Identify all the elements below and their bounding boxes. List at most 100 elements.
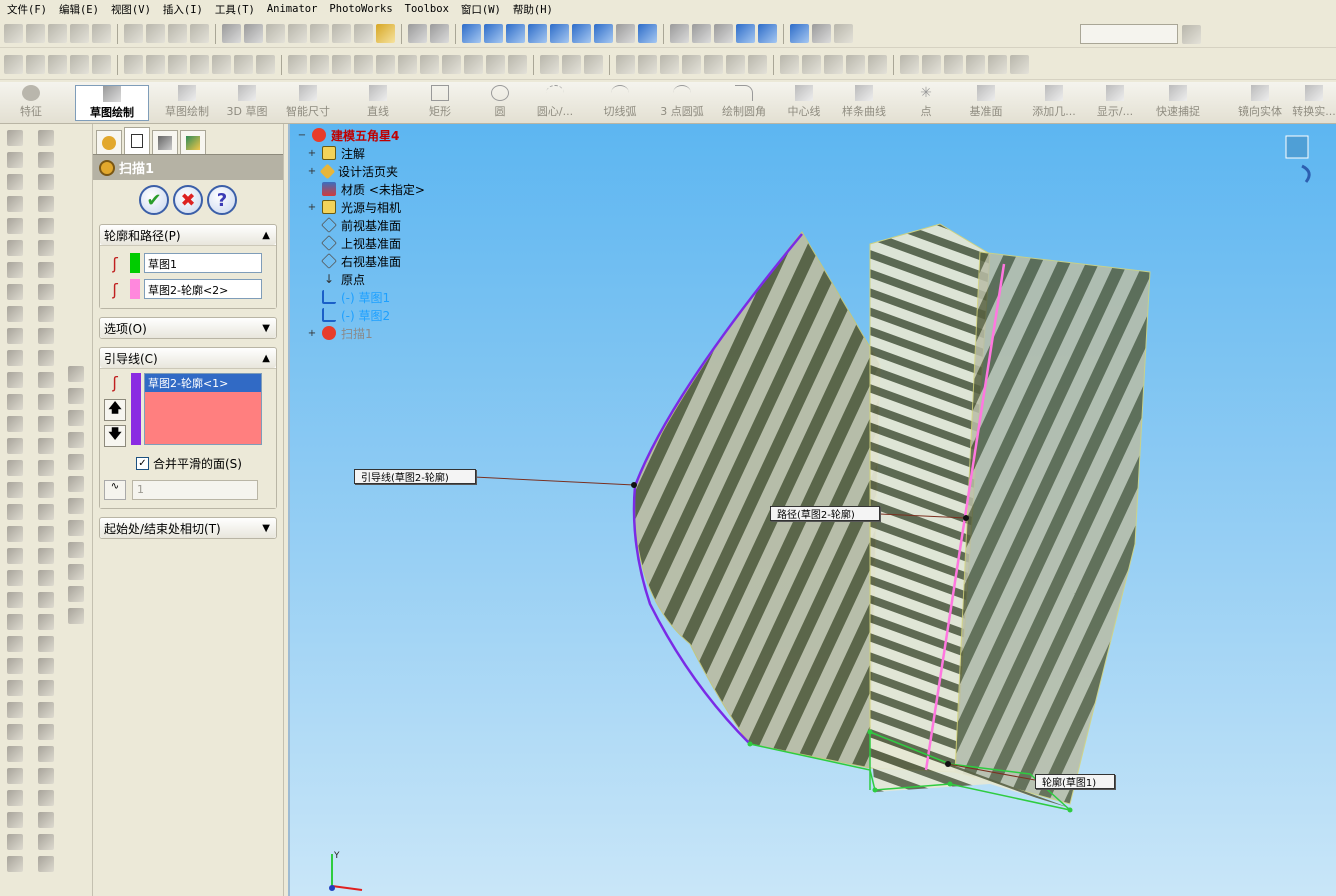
tangency-header[interactable]: 起始处/结束处相切(T) ▼: [100, 518, 276, 538]
sketch-tool-a-icon[interactable]: [38, 130, 54, 146]
sketch-arc-icon[interactable]: [966, 55, 985, 74]
cavity-icon[interactable]: [7, 702, 23, 718]
sketch-tool-aa-icon[interactable]: [38, 702, 54, 718]
smart-dimension-button[interactable]: 智能尺寸: [282, 85, 334, 121]
view-selector-icon[interactable]: [1285, 135, 1309, 159]
chamfer-tool-icon[interactable]: [7, 328, 23, 344]
sketch-tool-f-icon[interactable]: [38, 240, 54, 256]
linear-pattern-icon[interactable]: [540, 55, 559, 74]
menu-file[interactable]: 文件(F): [2, 2, 54, 17]
sketch-tool-ae-icon[interactable]: [38, 790, 54, 806]
redo-icon[interactable]: [190, 24, 209, 43]
library-feature-icon[interactable]: [7, 812, 23, 828]
view-tool-f-icon[interactable]: [68, 476, 84, 492]
tab-sketch[interactable]: 草图绘制: [75, 85, 149, 121]
instant-icon[interactable]: [7, 790, 23, 806]
guide-callout[interactable]: 引导线(草图2-轮廓): [354, 469, 476, 484]
sketch-tangent-arc-icon[interactable]: [1010, 55, 1029, 74]
sketch-tool-h-icon[interactable]: [38, 284, 54, 300]
view-orient-icon[interactable]: [462, 24, 481, 43]
composite-curve-icon[interactable]: [726, 55, 745, 74]
revolve-boss-icon[interactable]: [7, 152, 23, 168]
arc-icon[interactable]: [124, 55, 143, 74]
tree-node-sketch1[interactable]: (-) 草图1: [296, 288, 425, 306]
rib-tool-icon[interactable]: [7, 350, 23, 366]
help-button[interactable]: ?: [207, 185, 237, 215]
zoom-out-icon[interactable]: [550, 24, 569, 43]
loft-cut-icon[interactable]: [7, 284, 23, 300]
boundary-icon[interactable]: [376, 55, 395, 74]
menu-insert[interactable]: 插入(I): [158, 2, 210, 17]
add-relation-button[interactable]: 添加几...: [1028, 85, 1080, 121]
pan-icon[interactable]: [594, 24, 613, 43]
projected-curve-icon[interactable]: [682, 55, 701, 74]
surface-revolve-icon[interactable]: [802, 55, 821, 74]
draft-icon[interactable]: [486, 55, 505, 74]
loft-boss-icon[interactable]: [7, 196, 23, 212]
property-manager-tab[interactable]: [124, 127, 150, 154]
offset-icon[interactable]: [168, 55, 187, 74]
menu-toolbox[interactable]: Toolbox: [400, 3, 456, 15]
realview-icon[interactable]: [834, 24, 853, 43]
sketch-tool-ac-icon[interactable]: [38, 746, 54, 762]
zoom-fit-icon[interactable]: [484, 24, 503, 43]
sketch-tool-s-icon[interactable]: [38, 526, 54, 542]
sketch-tool-ag-icon[interactable]: [38, 834, 54, 850]
path-field[interactable]: 草图2-轮廓<2>: [144, 279, 262, 299]
instant3d-icon[interactable]: [748, 55, 767, 74]
graphics-area[interactable]: Y − 建模五角星4 + 注解 + 设计活页夹 材质 <未指定> + 光源与相机…: [288, 124, 1336, 896]
sketch-tool-t-icon[interactable]: [38, 548, 54, 564]
sketch-rect-icon[interactable]: [922, 55, 941, 74]
pattern-icon[interactable]: [234, 55, 253, 74]
scale-icon[interactable]: [7, 460, 23, 476]
move-down-button[interactable]: 🡇: [104, 425, 126, 447]
measure-icon[interactable]: [354, 24, 373, 43]
guide-curves-header[interactable]: 引导线(C) ▲: [100, 348, 276, 368]
reference-geometry-icon[interactable]: [616, 55, 635, 74]
mirror-entities-button[interactable]: 镜向实体: [1234, 85, 1286, 121]
surface-loft-icon[interactable]: [846, 55, 865, 74]
guide-curves-list[interactable]: 草图2-轮廓<1>: [144, 373, 262, 445]
tree-node-material[interactable]: 材质 <未指定>: [296, 180, 425, 198]
sketch-tool-q-icon[interactable]: [38, 482, 54, 498]
render-icon[interactable]: [430, 24, 449, 43]
sketch-tool-k-icon[interactable]: [38, 350, 54, 366]
new-icon[interactable]: [4, 24, 23, 43]
hidden-lines-removed-icon[interactable]: [714, 24, 733, 43]
deform-icon[interactable]: [7, 504, 23, 520]
move-up-button[interactable]: 🡅: [104, 399, 126, 421]
move-copy-icon[interactable]: [7, 636, 23, 652]
collapse-icon[interactable]: ▲: [262, 230, 270, 241]
extrude-boss-icon[interactable]: [7, 130, 23, 146]
combine-icon[interactable]: [7, 592, 23, 608]
loft-icon[interactable]: [354, 55, 373, 74]
sketch-tool-ad-icon[interactable]: [38, 768, 54, 784]
indent-icon[interactable]: [7, 548, 23, 564]
sketch-tool-v-icon[interactable]: [38, 592, 54, 608]
freeform-icon[interactable]: [7, 526, 23, 542]
knit-icon[interactable]: [868, 55, 887, 74]
sketch-button[interactable]: 草图绘制: [162, 85, 212, 121]
save-icon[interactable]: [48, 24, 67, 43]
snap-icon[interactable]: [332, 24, 351, 43]
dome-icon[interactable]: [7, 416, 23, 432]
sweep-cut-icon[interactable]: [7, 262, 23, 278]
dimension-icon[interactable]: [212, 55, 231, 74]
flex-icon[interactable]: [7, 482, 23, 498]
3d-sketch-button[interactable]: 3D 草图: [224, 85, 270, 121]
surface-sweep-icon[interactable]: [824, 55, 843, 74]
sketch-tool-e-icon[interactable]: [38, 218, 54, 234]
line-icon[interactable]: [48, 55, 67, 74]
view-tool-e-icon[interactable]: [68, 454, 84, 470]
tree-root[interactable]: − 建模五角星4: [296, 126, 425, 144]
extrude-icon[interactable]: [288, 55, 307, 74]
menu-window[interactable]: 窗口(W): [456, 2, 508, 17]
standard-views-icon[interactable]: [638, 24, 657, 43]
list-item[interactable]: 草图2-轮廓<1>: [145, 374, 261, 392]
sketch-tool-af-icon[interactable]: [38, 812, 54, 828]
profile-callout[interactable]: 轮廓(草图1): [1035, 774, 1115, 789]
feature-manager-tab[interactable]: [96, 130, 122, 154]
rectangle-button[interactable]: 矩形: [422, 85, 458, 121]
shaded-edges-icon[interactable]: [736, 24, 755, 43]
fillet-tool-icon[interactable]: [7, 306, 23, 322]
